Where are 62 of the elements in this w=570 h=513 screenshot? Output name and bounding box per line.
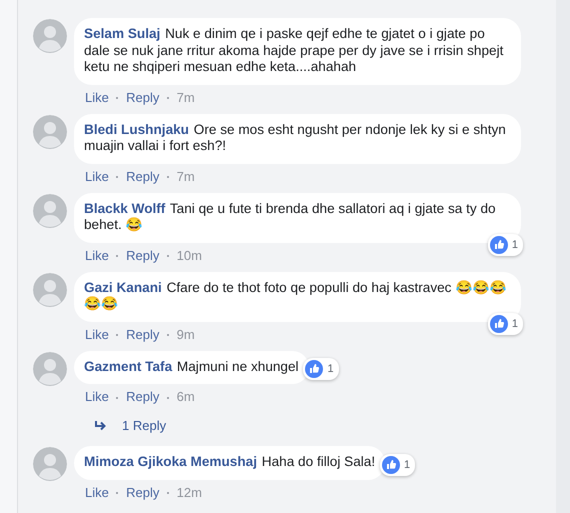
reply-link[interactable]: Reply [126,484,160,500]
like-link[interactable]: Like [85,90,109,104]
comment-text: Gazi Kanani Cfare do te thot foto qe populli do haj kastravec 😂😂😂😂😂 [84,280,508,312]
author-link[interactable]: Gazi Kanani [84,280,162,294]
author-link[interactable]: Blackk Wolff [84,200,166,216]
reaction-badge[interactable]: 1 [488,234,523,256]
timestamp: 10m [176,248,202,262]
like-link[interactable]: Like [85,168,109,184]
separator-dot [166,492,169,494]
reaction-count: 1 [512,238,518,250]
timestamp: 6m [176,389,195,404]
comment-text: Blackk Wolff Tani qe u fute ti brenda dhe sallatori aq i gjate sa ty do behet. 😂 [84,200,497,234]
separator-dot [116,492,118,494]
thumbs-up-icon [305,360,324,378]
reply-link[interactable]: Reply [126,90,160,104]
separator-dot [166,255,169,258]
author-link[interactable]: Bledi Lushnjaku [84,122,189,136]
author-link[interactable]: Mimoza Gjikoka Memushaj [84,454,257,469]
reply-link[interactable]: Reply [126,168,160,184]
timestamp: 9m [176,326,195,342]
view-replies-link[interactable]: 1 Reply [122,418,166,433]
author-link[interactable]: Selam Sulaj [84,26,160,41]
comment-text: Selam Sulaj Nuk e dinim qe i paske qejf edhe te gjatet o i gjate po dale se nuk jane rritur akoma hajde prape per dy jave se i rrisin shpejt ketu ne shqiperi mesuan edhe keta....ahahah [84,26,504,76]
like-link[interactable]: Like [85,248,109,262]
like-link[interactable]: Like [85,326,109,342]
reaction-badge[interactable]: 1 [303,358,339,380]
reaction-badge[interactable]: 1 [380,454,416,476]
avatar[interactable] [33,19,67,53]
reply-link[interactable]: Reply [126,389,160,404]
timestamp: 12m [176,484,202,500]
thumbs-up-icon [490,314,508,332]
reaction-count: 1 [512,318,518,330]
reaction-badge[interactable]: 1 [488,312,523,334]
separator-dot [166,396,169,399]
thumbs-up-icon [490,236,508,254]
avatar[interactable] [33,194,67,228]
like-link[interactable]: Like [85,389,109,404]
avatar[interactable] [33,352,67,386]
separator-dot [116,334,118,336]
reply-arrow-icon [94,420,108,432]
reaction-count: 1 [327,363,334,375]
separator-dot [166,97,169,100]
separator-dot [116,255,118,258]
author-link[interactable]: Gazment Tafa [84,358,172,374]
comment-text: Mimoza Gjikoka Memushaj Haha do filloj Sala! [84,454,376,470]
avatar[interactable] [33,447,67,481]
comment-text: Bledi Lushnjaku Ore se mos esht ngusht per ndonje lek ky si e shtyn muajin vallai i fort esh?! [84,122,507,154]
avatar[interactable] [33,114,67,148]
reply-link[interactable]: Reply [126,326,160,342]
thumbs-up-icon [382,456,400,474]
like-link[interactable]: Like [85,484,109,500]
timestamp: 7m [176,168,195,184]
reply-link[interactable]: Reply [126,248,160,262]
reaction-count: 1 [404,458,410,470]
separator-dot [166,334,169,336]
separator-dot [116,396,118,399]
timestamp: 7m [176,90,195,104]
avatar[interactable] [33,272,67,306]
separator-dot [166,176,169,178]
separator-dot [116,176,118,178]
comment-text: Gazment Tafa Majmuni ne xhungel [84,358,299,375]
separator-dot [116,97,118,100]
